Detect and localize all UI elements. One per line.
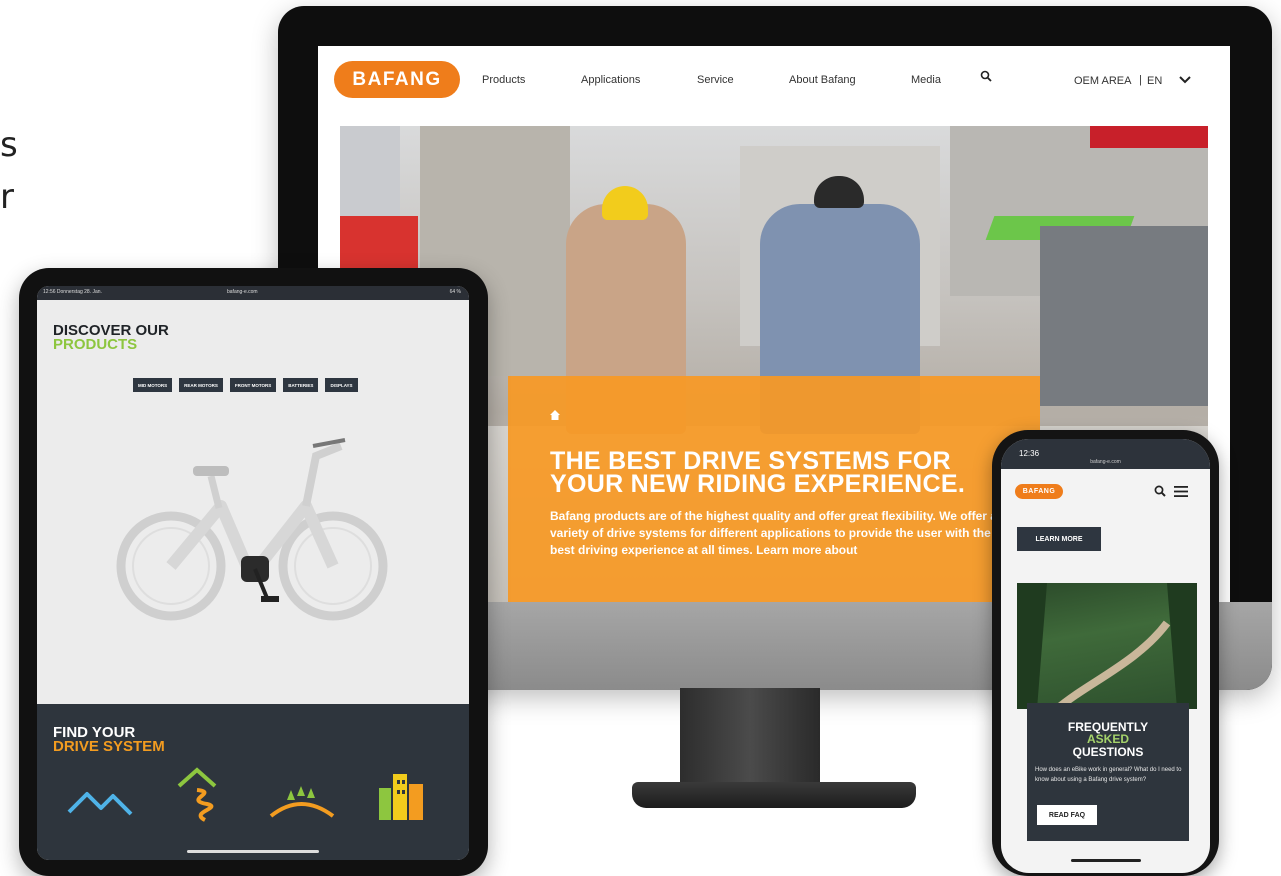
find-drive-system-section: FIND YOUR DRIVE SYSTEM	[37, 704, 469, 860]
mountain-icon[interactable]	[67, 782, 133, 822]
device-mockup-scene: s r BAFANG Products Applications Service…	[0, 0, 1281, 876]
city-buildings-icon[interactable]	[375, 770, 431, 822]
product-category-buttons: MID MOTORS REAR MOTORS FRONT MOTORS BATT…	[133, 378, 358, 392]
phone-status-bar: 12:36 bafang-e.com	[1001, 439, 1210, 469]
monitor-stand-base	[632, 782, 916, 808]
learn-more-button[interactable]: LEARN MORE	[1017, 527, 1101, 551]
displays-button[interactable]: DISPLAYS	[325, 378, 358, 392]
batteries-button[interactable]: BATTERIES	[283, 378, 319, 392]
ebike-image	[116, 438, 388, 621]
language-selector[interactable]: EN	[1147, 75, 1162, 87]
faq-card: FREQUENTLY ASKED QUESTIONS How does an e…	[1027, 703, 1189, 841]
hamburger-menu-icon[interactable]	[1174, 486, 1188, 497]
bafang-logo[interactable]: BAFANG	[334, 61, 460, 98]
rear-motors-button[interactable]: REAR MOTORS	[179, 378, 223, 392]
tablet-home-indicator	[187, 850, 319, 853]
metal-wall	[1040, 226, 1208, 406]
phone-bafang-logo[interactable]: BAFANG	[1015, 484, 1063, 499]
forest-road-drawing	[1017, 583, 1197, 709]
home-icon[interactable]	[550, 410, 560, 420]
faq-description: How does an eBike work in general? What …	[1035, 767, 1182, 783]
monitor-stand-neck	[680, 688, 820, 788]
search-icon[interactable]	[980, 70, 992, 82]
tablet-device: 12:56 Donnerstag 28. Jan. bafang-e.com 6…	[19, 268, 488, 876]
nav-separator: |	[1139, 74, 1142, 86]
products-heading: PRODUCTS	[53, 336, 138, 353]
phone-device: 12:36 bafang-e.com BAFANG LEARN MORE FRE…	[992, 430, 1219, 876]
chevron-down-icon[interactable]	[1179, 75, 1191, 85]
cut-off-text-line-2: r	[0, 177, 14, 217]
faq-heading-line-2: ASKED	[1086, 732, 1129, 746]
drive-system-heading: DRIVE SYSTEM	[53, 738, 165, 755]
desktop-navbar: BAFANG Products Applications Service Abo…	[318, 46, 1230, 118]
nav-about-bafang[interactable]: About Bafang	[789, 74, 856, 86]
tablet-status-bar: 12:56 Donnerstag 28. Jan. bafang-e.com 6…	[37, 286, 469, 300]
hero-title: THE BEST DRIVE SYSTEMS FOR YOUR NEW RIDI…	[550, 449, 1030, 498]
phone-status-url: bafang-e.com	[1090, 459, 1121, 465]
nav-media[interactable]: Media	[911, 74, 941, 86]
search-icon[interactable]	[1154, 485, 1166, 497]
tablet-status-battery: 64 %	[449, 289, 461, 295]
hero-card: THE BEST DRIVE SYSTEMS FOR YOUR NEW RIDI…	[508, 376, 1040, 602]
faq-heading-line-3: QUESTIONS	[1072, 745, 1144, 759]
forest-road-image	[1017, 583, 1197, 709]
shop-sign	[1090, 126, 1208, 148]
yellow-helmet	[602, 186, 648, 220]
hero-description: Bafang products are of the highest quali…	[550, 509, 997, 557]
mid-motors-button[interactable]: MID MOTORS	[133, 378, 173, 392]
nav-service[interactable]: Service	[697, 74, 734, 86]
front-motors-button[interactable]: FRONT MOTORS	[229, 378, 277, 392]
tablet-status-url: bafang-e.com	[227, 289, 258, 295]
phone-screen: 12:36 bafang-e.com BAFANG LEARN MORE FRE…	[1001, 439, 1210, 873]
phone-home-indicator	[1071, 859, 1141, 862]
phone-status-time: 12:36	[1019, 449, 1040, 458]
winding-road-icon[interactable]	[175, 766, 231, 824]
read-faq-button[interactable]: READ FAQ	[1037, 805, 1097, 825]
nav-applications[interactable]: Applications	[581, 74, 640, 86]
cut-off-text-line-1: s	[0, 125, 18, 165]
hero-title-line-2: YOUR NEW RIDING EXPERIENCE.	[550, 470, 966, 498]
nav-oem-area[interactable]: OEM AREA	[1074, 75, 1131, 87]
tablet-status-time: 12:56 Donnerstag 28. Jan.	[43, 289, 102, 295]
nav-products[interactable]: Products	[482, 74, 525, 86]
tablet-screen: 12:56 Donnerstag 28. Jan. bafang-e.com 6…	[37, 286, 469, 860]
hill-trees-icon[interactable]	[269, 782, 335, 822]
